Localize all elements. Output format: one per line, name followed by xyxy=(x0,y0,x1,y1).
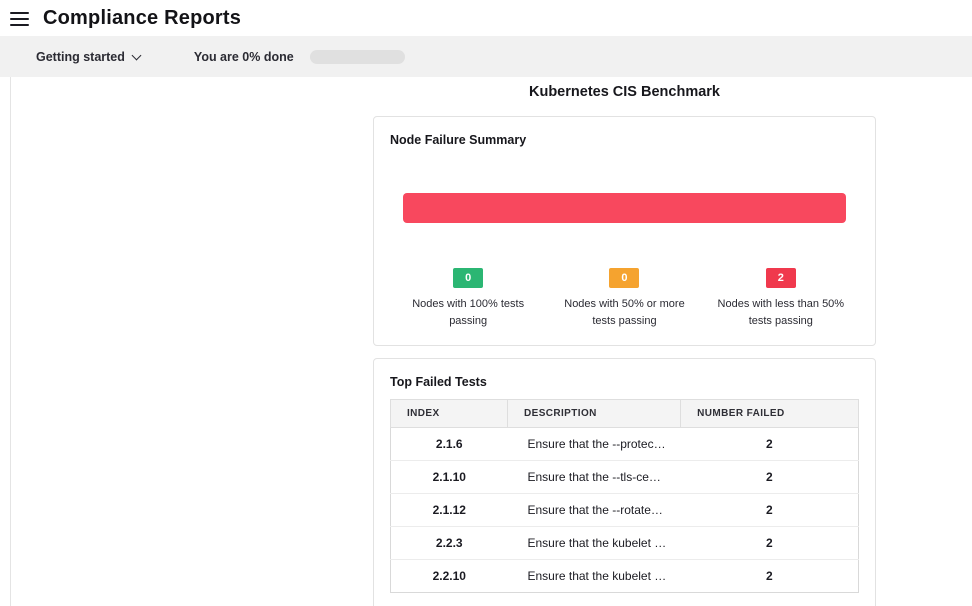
cell-index: 2.2.3 xyxy=(391,527,508,560)
progress-text: You are 0% done xyxy=(194,50,294,64)
stat-label: Nodes with less than 50% tests passing xyxy=(711,296,851,329)
top-header: Compliance Reports xyxy=(0,0,972,36)
cell-number-failed: 2 xyxy=(681,461,859,494)
cell-description: Ensure that the --protec… xyxy=(508,428,681,461)
stat-label: Nodes with 100% tests passing xyxy=(398,296,538,329)
page-title: Compliance Reports xyxy=(43,7,241,30)
report-column: Kubernetes CIS Benchmark Node Failure Su… xyxy=(373,84,876,606)
cell-description: Ensure that the kubelet … xyxy=(508,527,681,560)
getting-started-bar: Getting started You are 0% done xyxy=(0,36,972,77)
stat-badge-red: 2 xyxy=(766,268,796,288)
node-failure-summary-title: Node Failure Summary xyxy=(390,133,859,147)
table-row: 2.2.10 Ensure that the kubelet … 2 xyxy=(391,560,859,593)
stat-nodes-100-passing: 0 Nodes with 100% tests passing xyxy=(390,268,546,329)
top-failed-tests-card: Top Failed Tests INDEX DESCRIPTION NUMBE… xyxy=(373,358,876,606)
cell-index: 2.1.10 xyxy=(391,461,508,494)
node-failure-summary-card: Node Failure Summary 0 Nodes with 100% t… xyxy=(373,116,876,346)
stat-badge-orange: 0 xyxy=(609,268,639,288)
stat-nodes-less-50-passing: 2 Nodes with less than 50% tests passing xyxy=(703,268,859,329)
top-failed-tests-title: Top Failed Tests xyxy=(390,375,859,389)
cell-index: 2.1.12 xyxy=(391,494,508,527)
node-failure-bar-chart xyxy=(403,193,846,223)
cell-number-failed: 2 xyxy=(681,494,859,527)
cell-number-failed: 2 xyxy=(681,527,859,560)
chevron-down-icon xyxy=(132,52,141,61)
cell-number-failed: 2 xyxy=(681,428,859,461)
cell-description: Ensure that the kubelet … xyxy=(508,560,681,593)
hamburger-menu-icon[interactable] xyxy=(10,12,29,26)
table-row: 2.1.10 Ensure that the --tls-ce… 2 xyxy=(391,461,859,494)
report-title: Kubernetes CIS Benchmark xyxy=(373,84,876,100)
top-failed-tests-table: INDEX DESCRIPTION NUMBER FAILED 2.1.6 En… xyxy=(390,399,859,593)
column-header-description: DESCRIPTION xyxy=(508,400,681,428)
cell-description: Ensure that the --tls-ce… xyxy=(508,461,681,494)
table-row: 2.1.12 Ensure that the --rotate… 2 xyxy=(391,494,859,527)
stat-label: Nodes with 50% or more tests passing xyxy=(554,296,694,329)
stat-badge-green: 0 xyxy=(453,268,483,288)
getting-started-label: Getting started xyxy=(36,50,125,64)
column-header-index: INDEX xyxy=(391,400,508,428)
cell-number-failed: 2 xyxy=(681,560,859,593)
cell-index: 2.2.10 xyxy=(391,560,508,593)
node-failure-stats-row: 0 Nodes with 100% tests passing 0 Nodes … xyxy=(390,268,859,329)
stat-nodes-50-passing: 0 Nodes with 50% or more tests passing xyxy=(546,268,702,329)
column-header-number-failed: NUMBER FAILED xyxy=(681,400,859,428)
table-header-row: INDEX DESCRIPTION NUMBER FAILED xyxy=(391,400,859,428)
content-area: Kubernetes CIS Benchmark Node Failure Su… xyxy=(10,77,972,606)
getting-started-dropdown[interactable]: Getting started xyxy=(36,50,141,64)
cell-index: 2.1.6 xyxy=(391,428,508,461)
table-row: 2.2.3 Ensure that the kubelet … 2 xyxy=(391,527,859,560)
cell-description: Ensure that the --rotate… xyxy=(508,494,681,527)
table-row: 2.1.6 Ensure that the --protec… 2 xyxy=(391,428,859,461)
progress-bar xyxy=(310,50,405,64)
